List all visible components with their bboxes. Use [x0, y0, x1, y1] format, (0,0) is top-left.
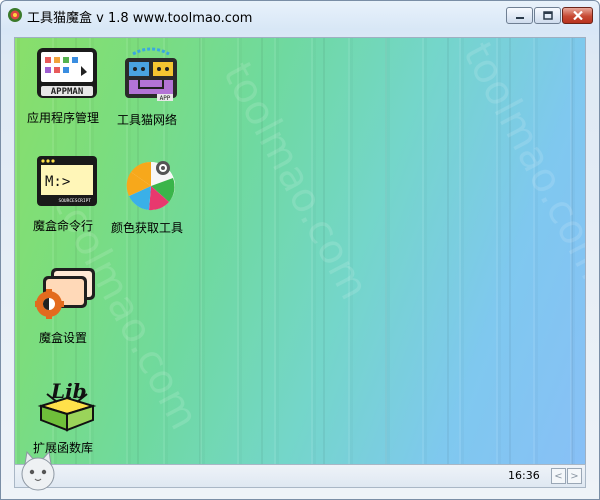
desktop-icon-color-picker[interactable]: 颜色获取工具 [107, 154, 187, 236]
minimize-button[interactable] [506, 7, 533, 24]
terminal-sub: SOURCESCRIPT [58, 198, 91, 204]
desktop-area[interactable]: toolmao.com toolmao.com toolmao.com APPM… [14, 37, 586, 465]
watermark: toolmao.com [453, 37, 586, 288]
settings-icon [34, 268, 95, 319]
mascot-cat-icon[interactable] [19, 450, 57, 492]
desktop-icon-settings[interactable]: 魔盒设置 [23, 264, 103, 346]
chevron-right-icon: > [570, 470, 579, 482]
color-picker-icon [126, 161, 175, 211]
icon-label-network: 工具猫网络 [116, 113, 177, 127]
icon-label-appman: 应用程序管理 [26, 111, 99, 125]
icon-label-color-picker: 颜色获取工具 [110, 221, 183, 235]
title-bar[interactable]: 工具猫魔盒 v 1.8 www.toolmao.com [1, 1, 599, 29]
window-title: 工具猫魔盒 v 1.8 www.toolmao.com [27, 11, 253, 26]
library-icon: Lib [37, 379, 97, 432]
desktop-icon-library[interactable]: Lib 扩展函数库 [23, 372, 103, 456]
close-icon [572, 11, 583, 20]
maximize-icon [542, 11, 553, 20]
network-icon: APP [125, 47, 177, 102]
desktop-icon-terminal[interactable]: M:> SOURCESCRIPT 魔盒命令行 [23, 154, 103, 234]
status-bar: 16:36 < > [14, 464, 586, 488]
network-badge: APP [160, 95, 171, 102]
watermark: toolmao.com [213, 54, 378, 308]
desktop-icon-appman[interactable]: APPMAN 应用程序管理 [23, 46, 103, 126]
terminal-icon: M:> SOURCESCRIPT [37, 156, 97, 206]
chevron-left-icon: < [554, 470, 563, 482]
appman-icon: APPMAN [37, 48, 97, 98]
app-logo-icon [8, 8, 22, 22]
clock: 16:36 [508, 469, 540, 482]
icon-label-settings: 魔盒设置 [38, 331, 87, 345]
appman-badge: APPMAN [51, 87, 84, 97]
icon-label-terminal: 魔盒命令行 [32, 219, 93, 233]
terminal-badge: M:> [45, 174, 70, 190]
next-page-button[interactable]: > [567, 468, 582, 484]
maximize-button[interactable] [534, 7, 561, 24]
desktop-icon-network[interactable]: APP 工具猫网络 [107, 46, 187, 128]
minimize-icon [515, 16, 524, 19]
close-button[interactable] [562, 7, 593, 24]
prev-page-button[interactable]: < [551, 468, 566, 484]
app-window: 工具猫魔盒 v 1.8 www.toolmao.com toolmao.com … [0, 0, 600, 500]
